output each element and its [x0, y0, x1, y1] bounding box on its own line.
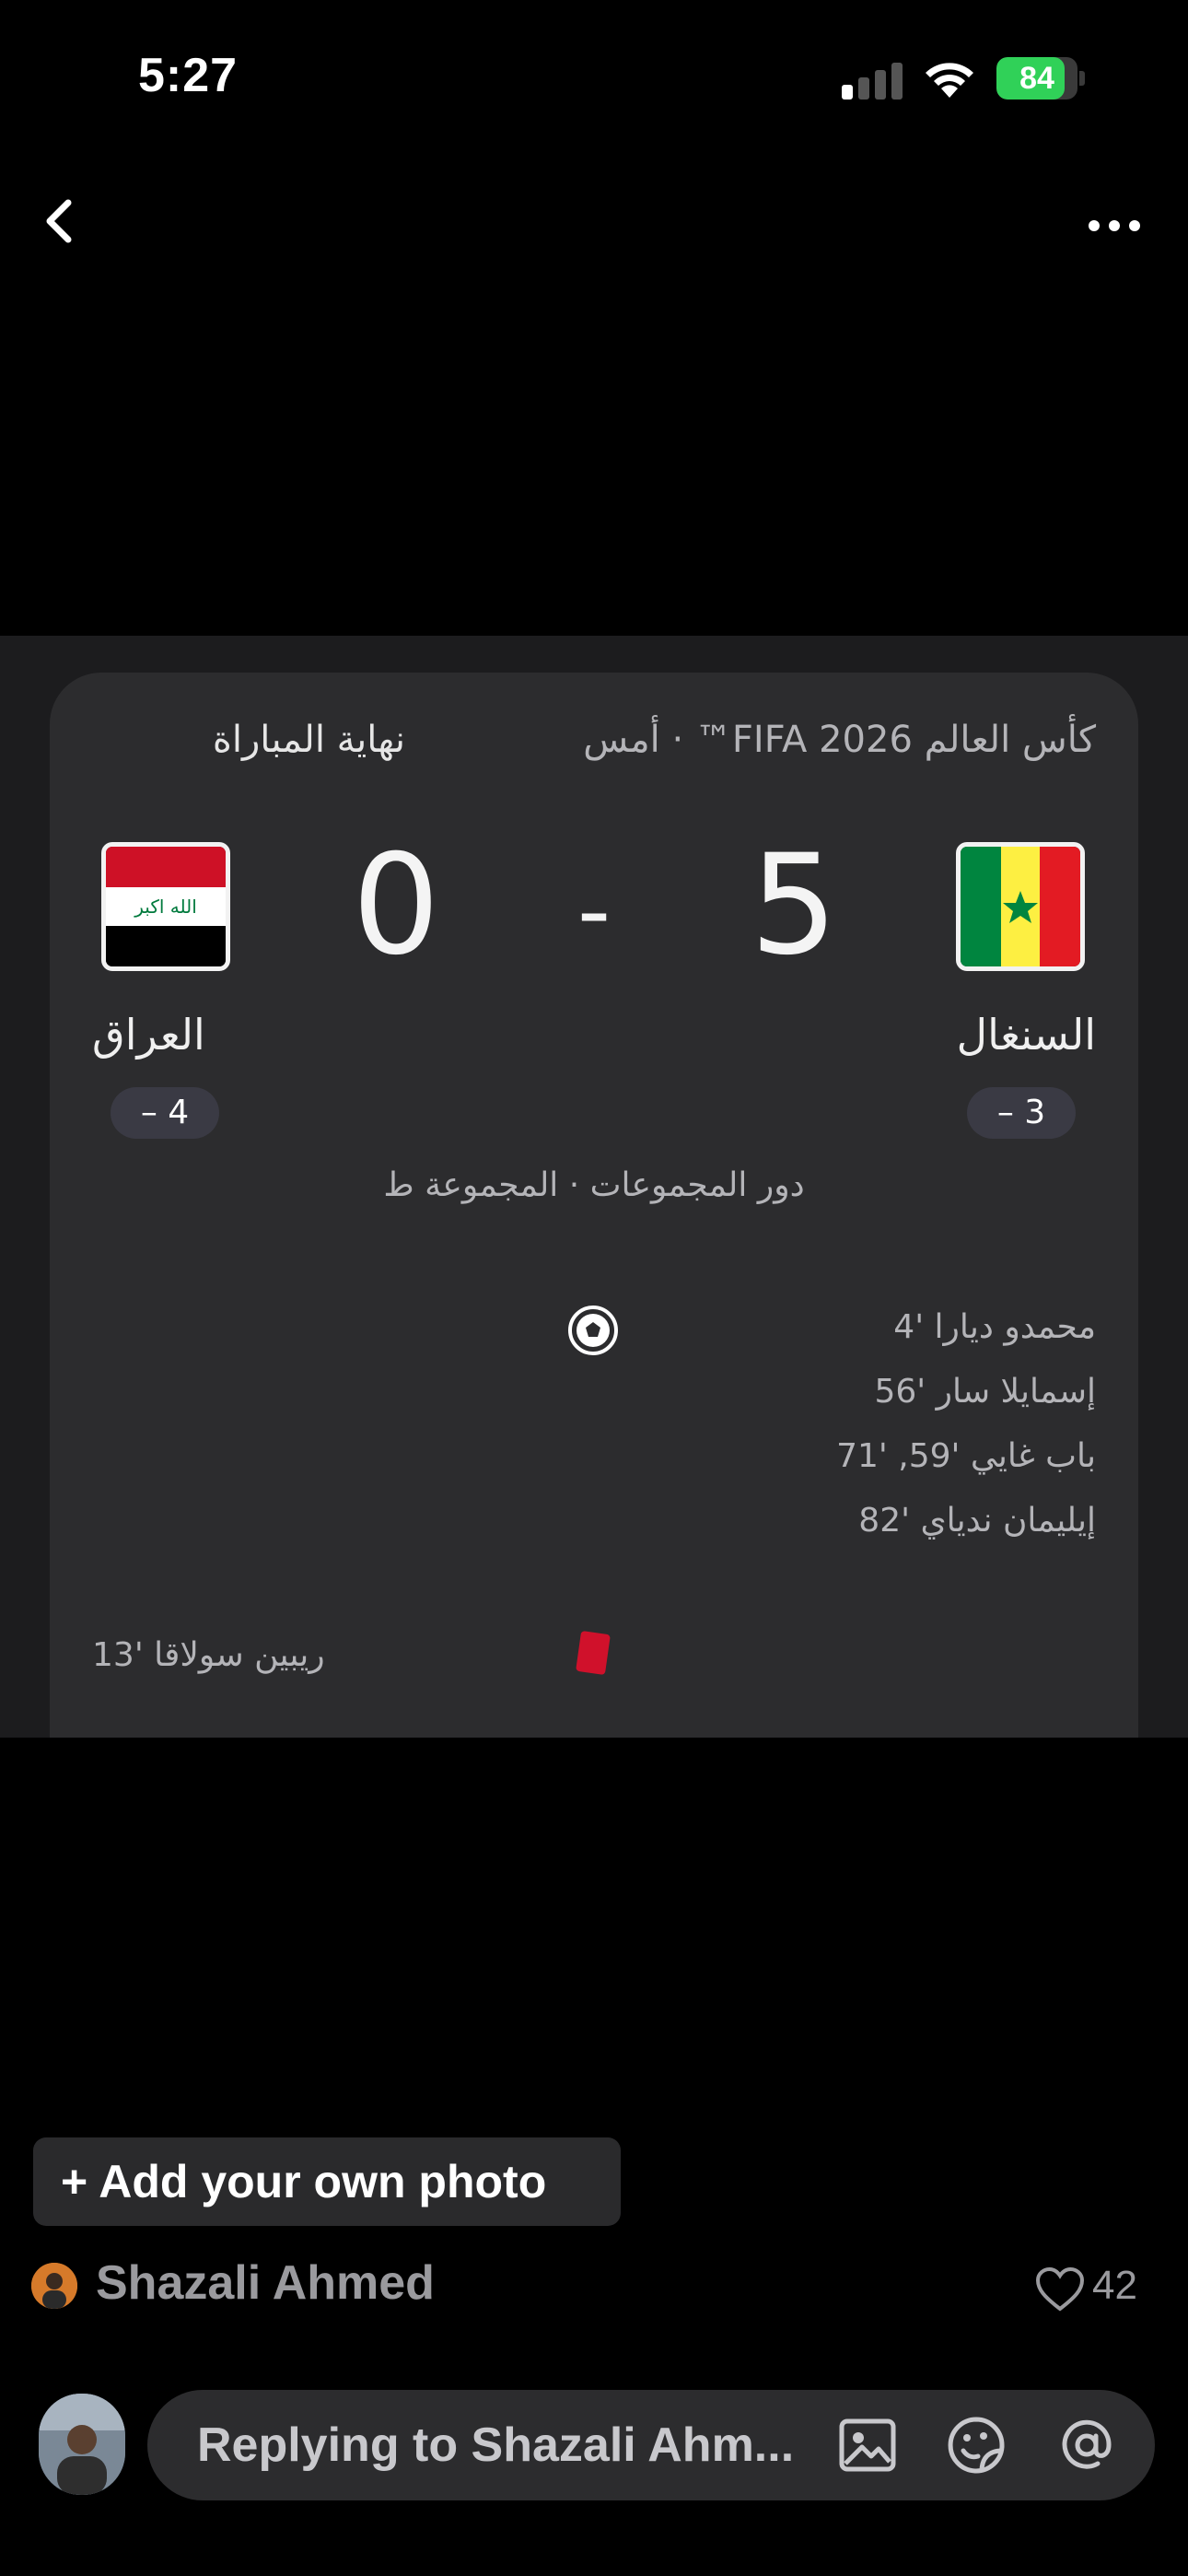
author-avatar[interactable] — [31, 2263, 77, 2309]
match-card — [50, 673, 1138, 1738]
battery-icon: 84 — [996, 57, 1085, 100]
chevron-left-icon — [46, 199, 72, 243]
soccer-ball-icon — [567, 1305, 619, 1356]
competition-label: كأس العالم FIFA 2026™ · أمس — [583, 719, 1096, 761]
match-status: نهاية المباراة — [212, 719, 405, 761]
like-count: 42 — [1092, 2263, 1137, 2308]
svg-text:الله اكبر: الله اكبر — [134, 896, 197, 918]
more-options-button[interactable] — [1077, 203, 1151, 249]
goal-scorer: إسمايلا سار '56 — [874, 1373, 1096, 1411]
author-name[interactable]: Shazali Ahmed — [96, 2255, 435, 2311]
sticker-icon[interactable] — [945, 2414, 1007, 2476]
image-attach-icon[interactable] — [836, 2414, 899, 2476]
home-score: 0 — [352, 825, 440, 986]
away-score: 5 — [750, 825, 838, 986]
status-time: 5:27 — [138, 49, 239, 102]
round-label: دور المجموعات · المجموعة ط — [383, 1166, 805, 1204]
back-button[interactable] — [28, 184, 101, 258]
add-photo-button[interactable]: + Add your own photo — [33, 2137, 621, 2226]
user-avatar[interactable] — [39, 2394, 125, 2495]
mention-icon[interactable] — [1055, 2414, 1118, 2476]
iraq-flag-icon: الله اكبر — [101, 842, 230, 971]
heart-icon — [1035, 2266, 1085, 2312]
reply-placeholder[interactable]: Replying to Shazali Ahm... — [197, 2418, 814, 2473]
home-group-position: – 4 — [111, 1087, 219, 1139]
red-card-player: ريبين سولاقا '13 — [92, 1636, 325, 1674]
goal-scorer: باب غايي '59, '71 — [836, 1437, 1096, 1475]
senegal-flag-icon — [956, 842, 1085, 971]
ellipsis-icon — [1089, 220, 1140, 231]
wifi-icon — [921, 55, 978, 100]
like-button[interactable]: 42 — [1035, 2263, 1164, 2314]
cellular-signal-icon — [842, 59, 906, 100]
away-team-name: السنغال — [956, 1010, 1096, 1060]
home-team-name: العراق — [92, 1010, 205, 1060]
goal-scorer: إيليمان ندياي '82 — [858, 1502, 1096, 1540]
battery-percent: 84 — [1019, 61, 1054, 96]
score-separator: - — [577, 857, 611, 965]
away-group-position: – 3 — [967, 1087, 1076, 1139]
goal-scorer: محمدو ديارا '4 — [893, 1308, 1096, 1346]
red-card-icon — [575, 1629, 611, 1677]
